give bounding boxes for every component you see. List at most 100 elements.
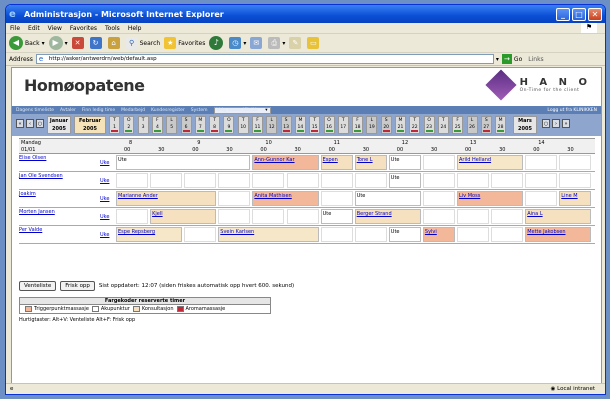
appointment-slot[interactable]: Marianne Ander xyxy=(116,191,217,206)
person-name-link[interactable]: Elise Olsen xyxy=(19,155,99,161)
calendar-day-20[interactable]: S 20 xyxy=(380,116,392,134)
empty-slot[interactable] xyxy=(457,227,490,242)
empty-slot[interactable] xyxy=(286,173,319,188)
calendar-day-22[interactable]: T 22 xyxy=(409,116,421,134)
home-button[interactable]: ⌂ xyxy=(107,37,122,49)
calendar-day-26[interactable]: L 26 xyxy=(466,116,478,134)
empty-slot[interactable] xyxy=(252,209,285,224)
menu-help[interactable]: Help xyxy=(128,25,142,32)
nav-item-kundesregister[interactable]: Kundesregister xyxy=(151,108,185,113)
unavailable-slot[interactable]: Ute xyxy=(354,191,421,206)
appointment-slot[interactable]: Sylvi xyxy=(422,227,455,242)
calendar-day-1[interactable]: T1 xyxy=(109,116,120,134)
prev-month-button[interactable]: ‹ xyxy=(26,119,34,128)
empty-slot[interactable] xyxy=(491,173,524,188)
calendar-day-25[interactable]: F 25 xyxy=(452,116,464,134)
history-button[interactable]: ◷ ▾ xyxy=(229,37,246,49)
week-view-link[interactable]: Uke xyxy=(100,178,109,184)
address-dropdown-icon[interactable]: ▾ xyxy=(496,56,499,63)
next-year-button[interactable]: » xyxy=(562,119,570,128)
go-button[interactable]: → Go xyxy=(501,54,522,64)
empty-slot[interactable] xyxy=(218,209,251,224)
next-day-button[interactable]: ○ xyxy=(542,119,550,128)
empty-slot[interactable] xyxy=(525,191,558,206)
week-view-link[interactable]: Uke xyxy=(100,196,109,202)
menu-edit[interactable]: Edit xyxy=(28,25,40,32)
empty-slot[interactable] xyxy=(422,191,455,206)
minimize-button[interactable]: _ xyxy=(556,7,570,21)
calendar-day-3[interactable]: T3 xyxy=(137,116,149,134)
refresh-page-button[interactable]: Frisk opp xyxy=(60,281,95,291)
calendar-day-10[interactable]: T 10 xyxy=(237,116,249,134)
empty-slot[interactable] xyxy=(422,209,455,224)
next-month-button[interactable]: › xyxy=(552,119,560,128)
logout-link[interactable]: Logg ut fra KLINIKKEN xyxy=(547,108,597,113)
unavailable-slot[interactable]: Ute xyxy=(388,173,421,188)
empty-slot[interactable] xyxy=(422,155,455,170)
empty-slot[interactable] xyxy=(116,173,149,188)
person-name-link[interactable]: Morten Jansen xyxy=(19,209,99,215)
empty-slot[interactable] xyxy=(150,173,183,188)
calendar-day-2[interactable]: O2 xyxy=(123,116,135,134)
week-view-link[interactable]: Uke xyxy=(100,214,109,220)
favorites-button[interactable]: ★ Favorites xyxy=(164,37,205,49)
empty-slot[interactable] xyxy=(559,155,592,170)
venteliste-button[interactable]: Venteliste xyxy=(19,281,57,291)
month-january[interactable]: Januar 2005 xyxy=(47,116,71,134)
menu-file[interactable]: File xyxy=(10,25,20,32)
close-button[interactable]: ✕ xyxy=(588,7,602,21)
nav-item-medarbejd[interactable]: Medarbejd xyxy=(121,108,145,113)
empty-slot[interactable] xyxy=(320,227,353,242)
today-button[interactable]: ○ xyxy=(36,119,44,128)
calendar-day-5[interactable]: L5 xyxy=(166,116,178,134)
appointment-slot[interactable]: Svein Karlsen xyxy=(218,227,319,242)
person-name-link[interactable]: Per Valde xyxy=(19,227,99,233)
week-view-link[interactable]: Uke xyxy=(100,232,109,238)
links-button[interactable]: Links xyxy=(528,56,543,63)
calendar-day-24[interactable]: T 24 xyxy=(437,116,449,134)
month-march[interactable]: Mars 2005 xyxy=(513,116,537,134)
forward-button[interactable]: ▶ ▾ xyxy=(48,36,68,50)
month-february[interactable]: Februar 2005 xyxy=(74,116,106,134)
empty-slot[interactable] xyxy=(422,173,455,188)
unavailable-slot[interactable]: Ute xyxy=(320,209,353,224)
back-button[interactable]: ◀ Back ▾ xyxy=(9,36,45,50)
appointment-slot[interactable]: Kjell xyxy=(150,209,217,224)
mail-button[interactable]: ✉ xyxy=(250,37,264,49)
calendar-day-6[interactable]: S6 xyxy=(180,116,192,134)
empty-slot[interactable] xyxy=(320,173,353,188)
empty-slot[interactable] xyxy=(320,191,353,206)
calendar-day-17[interactable]: T 17 xyxy=(337,116,349,134)
menu-view[interactable]: View xyxy=(48,25,62,32)
refresh-button[interactable]: ↻ xyxy=(89,37,104,49)
empty-slot[interactable] xyxy=(559,173,592,188)
empty-slot[interactable] xyxy=(457,173,490,188)
nav-item-avtaler[interactable]: Avtaler xyxy=(60,108,76,113)
calendar-day-13[interactable]: S 13 xyxy=(280,116,292,134)
clinic-select[interactable]: Velg annen Klinikk ▾ xyxy=(213,106,271,114)
appointment-slot[interactable]: Aina L xyxy=(525,209,592,224)
calendar-day-8[interactable]: T8 xyxy=(209,116,221,134)
empty-slot[interactable] xyxy=(184,173,217,188)
empty-slot[interactable] xyxy=(252,173,285,188)
appointment-slot[interactable]: Espe Repsberg xyxy=(116,227,183,242)
appointment-slot[interactable]: Mette Jakobsen xyxy=(525,227,592,242)
calendar-day-27[interactable]: S 27 xyxy=(480,116,492,134)
calendar-day-14[interactable]: M 14 xyxy=(294,116,306,134)
menu-favorites[interactable]: Favorites xyxy=(70,25,97,32)
appointment-slot[interactable]: Tone L xyxy=(354,155,387,170)
calendar-day-11[interactable]: F 11 xyxy=(252,116,263,134)
appointment-slot[interactable]: Line M xyxy=(559,191,592,206)
calendar-day-28[interactable]: M 28 xyxy=(495,116,507,134)
calendar-day-23[interactable]: O 23 xyxy=(423,116,435,134)
calendar-day-18[interactable]: F 18 xyxy=(352,116,364,134)
person-name-link[interactable]: Joakim xyxy=(19,191,99,197)
prev-year-button[interactable]: « xyxy=(16,119,24,128)
folder-button[interactable]: ▭ xyxy=(307,37,321,49)
empty-slot[interactable] xyxy=(218,191,251,206)
media-button[interactable]: ♪ xyxy=(209,36,225,50)
calendar-day-7[interactable]: M7 xyxy=(194,116,206,134)
empty-slot[interactable] xyxy=(525,173,558,188)
calendar-day-4[interactable]: F4 xyxy=(151,116,163,134)
person-name-link[interactable]: Jan Ole Svendsen xyxy=(19,173,99,179)
